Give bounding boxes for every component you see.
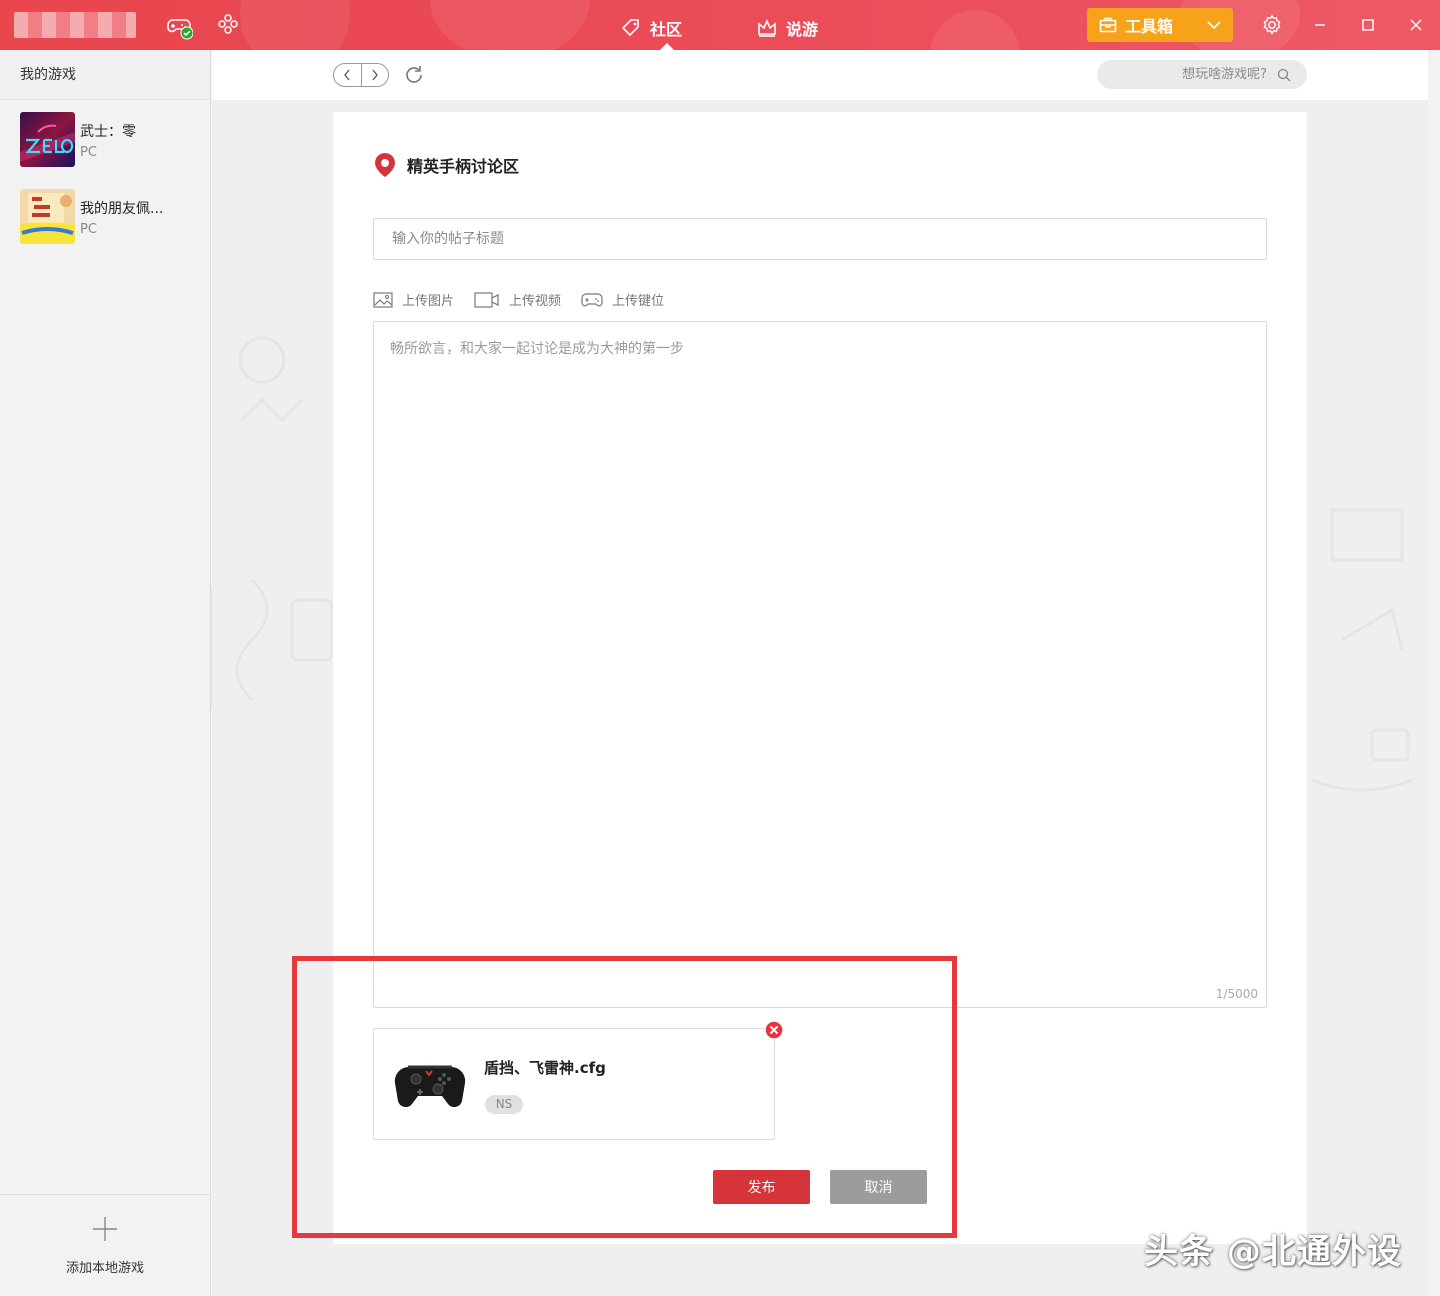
new-post-panel: 精英手柄讨论区 上传图片 上传视频 上传键位 xyxy=(333,112,1307,1244)
minimize-icon xyxy=(1315,24,1325,26)
forward-button[interactable] xyxy=(362,64,389,86)
image-icon xyxy=(373,291,393,308)
title-bar: 社区 说游 工具箱 xyxy=(0,0,1440,50)
cancel-button[interactable]: 取消 xyxy=(830,1170,927,1204)
upload-video-button[interactable]: 上传视频 xyxy=(474,290,561,309)
settings-button[interactable] xyxy=(1260,13,1284,37)
game-cover-my-friend-pedro xyxy=(20,189,75,244)
decor-blob xyxy=(430,0,590,50)
game-platform: PC xyxy=(80,222,97,237)
close-icon xyxy=(1410,19,1422,31)
game-platform: PC xyxy=(80,145,97,160)
game-cover-samurai-zero xyxy=(20,112,75,167)
sidebar-item-samurai-zero[interactable]: 武士：零 PC xyxy=(20,112,210,168)
user-avatar[interactable] xyxy=(14,12,136,38)
close-window-button[interactable] xyxy=(1404,13,1428,37)
publish-button[interactable]: 发布 xyxy=(713,1170,810,1204)
tab-community-label: 社区 xyxy=(650,20,683,39)
add-local-game-label: 添加本地游戏 xyxy=(65,1261,144,1276)
upload-keymap-button[interactable]: 上传键位 xyxy=(581,290,664,309)
crown-icon xyxy=(758,18,776,37)
sidebar-item-my-friend-pedro[interactable]: 我的朋友佩... PC xyxy=(20,189,210,245)
minimize-button[interactable] xyxy=(1308,13,1332,37)
decor-doodle xyxy=(1312,728,1413,792)
upload-image-label: 上传图片 xyxy=(402,294,455,309)
chevron-right-icon xyxy=(372,69,378,81)
gear-icon xyxy=(1263,14,1281,35)
toolbox-dropdown[interactable] xyxy=(1195,20,1233,30)
tab-talk-games[interactable]: 说游 xyxy=(756,14,818,42)
game-name: 武士：零 xyxy=(80,124,136,140)
attachment-platform-badge: NS xyxy=(485,1095,523,1114)
refresh-icon[interactable] xyxy=(403,64,425,86)
upload-toolbar: 上传图片 上传视频 上传键位 xyxy=(373,290,664,309)
sidebar-header: 我的游戏 xyxy=(0,50,210,100)
window-right-edge xyxy=(1428,50,1440,1296)
forum-title-text: 精英手柄讨论区 xyxy=(407,157,520,176)
game-sidebar: 我的游戏 武士：零 PC 我的朋友佩... PC 添加本地游戏 xyxy=(0,50,211,1296)
watermark: 头条 @北通外设 xyxy=(1144,1232,1402,1272)
back-button[interactable] xyxy=(334,64,362,86)
game-search-box xyxy=(1097,60,1307,89)
attachment-card: 盾挡、飞雷神.cfg NS xyxy=(373,1020,784,1140)
decor-doodle xyxy=(235,578,334,702)
navigation-bar xyxy=(212,50,1428,100)
toolbox-label: 工具箱 xyxy=(1125,17,1174,36)
tab-community[interactable]: 社区 xyxy=(620,14,682,42)
buttons-icon[interactable] xyxy=(216,12,244,40)
history-nav xyxy=(333,63,389,87)
post-body-container: 1/5000 xyxy=(373,321,1267,1008)
gamepad-icon xyxy=(581,292,603,306)
decor-blob xyxy=(930,10,1020,50)
attachment-file-name: 盾挡、飞雷神.cfg xyxy=(484,1059,606,1077)
upload-keymap-label: 上传键位 xyxy=(612,294,665,309)
tag-icon xyxy=(621,19,639,37)
post-title-input[interactable] xyxy=(373,218,1267,260)
game-name: 我的朋友佩... xyxy=(80,201,164,217)
remove-attachment-icon[interactable] xyxy=(764,1020,784,1040)
decor-doodle xyxy=(238,336,304,423)
gamepad-connected-icon[interactable] xyxy=(165,12,193,40)
chevron-down-icon xyxy=(1207,21,1221,30)
upload-video-label: 上传视频 xyxy=(509,294,562,309)
toolbox-icon xyxy=(1099,17,1117,33)
plus-icon xyxy=(93,1217,117,1241)
video-camera-icon xyxy=(474,291,499,308)
forum-title: 精英手柄讨论区 xyxy=(373,152,519,178)
search-icon[interactable] xyxy=(1277,68,1291,82)
toolbox-button[interactable]: 工具箱 xyxy=(1087,8,1233,42)
decor-doodle xyxy=(1330,508,1404,651)
upload-image-button[interactable]: 上传图片 xyxy=(373,290,454,309)
post-body-textarea[interactable] xyxy=(374,322,1266,1007)
search-input[interactable] xyxy=(1127,67,1267,82)
chevron-left-icon xyxy=(344,69,350,81)
location-pin-icon xyxy=(375,153,395,177)
decor-blob xyxy=(240,0,350,50)
maximize-button[interactable] xyxy=(1356,13,1380,37)
tab-talk-games-label: 说游 xyxy=(786,20,819,39)
maximize-icon xyxy=(1362,19,1374,31)
active-tab-indicator xyxy=(660,43,674,50)
controller-image xyxy=(394,1065,466,1108)
add-local-game-button[interactable]: 添加本地游戏 xyxy=(0,1194,210,1296)
character-counter: 1/5000 xyxy=(1215,987,1258,1001)
